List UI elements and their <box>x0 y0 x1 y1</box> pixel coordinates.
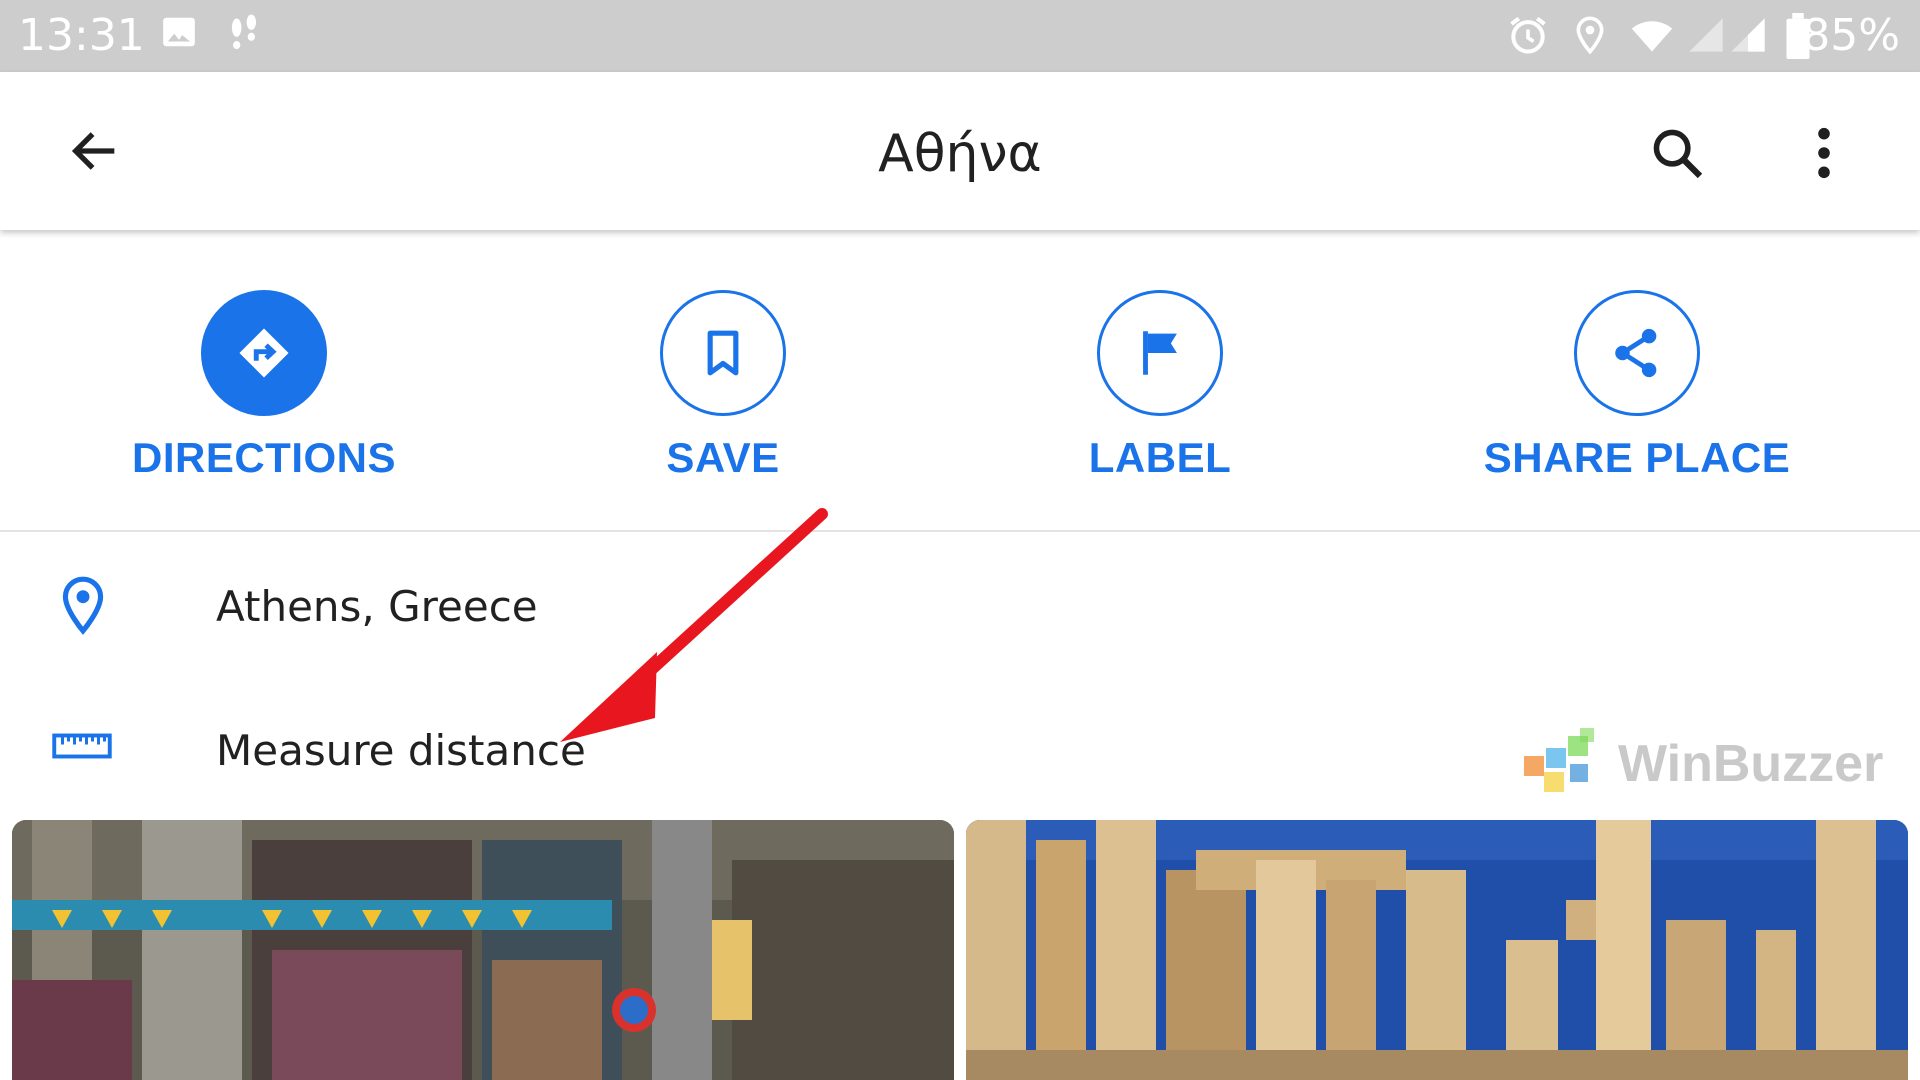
image-icon <box>163 17 195 47</box>
label-button-circle[interactable] <box>1097 290 1223 416</box>
alarm-icon <box>1510 16 1546 54</box>
flag-icon <box>1143 331 1177 375</box>
directions-button-circle[interactable] <box>201 290 327 416</box>
status-time: 13:31 <box>18 10 145 61</box>
footsteps-icon <box>231 14 257 50</box>
share-place-label: SHARE PLACE <box>1483 434 1791 481</box>
address-row[interactable]: Athens, Greece <box>0 556 1920 656</box>
wifi-icon <box>1631 21 1673 52</box>
save-button-circle[interactable] <box>660 290 786 416</box>
directions-button[interactable]: DIRECTIONS <box>84 290 444 482</box>
acropolis-photo[interactable] <box>966 820 1908 1080</box>
status-bar: 13:31 85% <box>0 0 1920 72</box>
bookmark-icon <box>707 330 739 376</box>
directions-label: DIRECTIONS <box>131 434 396 481</box>
location-icon <box>1576 16 1604 55</box>
more-vert-icon[interactable] <box>1804 124 1844 182</box>
save-label: SAVE <box>666 434 780 481</box>
watermark-text: WinBuzzer <box>1618 735 1884 793</box>
street-photo[interactable] <box>12 820 954 1080</box>
address-text: Athens, Greece <box>216 582 538 631</box>
location-pin-icon <box>62 576 104 635</box>
signal-icon <box>1731 18 1765 52</box>
divider <box>0 530 1920 532</box>
label-button[interactable]: LABEL <box>980 290 1340 482</box>
winbuzzer-logo-icon <box>1524 728 1594 792</box>
label-label: LABEL <box>1088 434 1232 481</box>
watermark: WinBuzzer <box>1520 724 1883 804</box>
ruler-icon <box>52 733 112 759</box>
save-button[interactable]: SAVE <box>543 290 903 482</box>
app-bar: Αθήνα <box>0 72 1920 230</box>
search-icon[interactable] <box>1648 124 1706 182</box>
share-button-circle[interactable] <box>1574 290 1700 416</box>
directions-icon <box>239 328 289 378</box>
action-bar: DIRECTIONS SAVE LABEL SHARE PLACE <box>0 230 1920 530</box>
battery-percentage: 85% <box>1802 10 1900 61</box>
signal-icon <box>1689 18 1723 52</box>
share-place-button[interactable]: SHARE PLACE <box>1457 290 1817 482</box>
page-title: Αθήνα <box>878 124 1042 184</box>
share-icon <box>1615 328 1657 378</box>
measure-distance-text: Measure distance <box>216 726 586 775</box>
